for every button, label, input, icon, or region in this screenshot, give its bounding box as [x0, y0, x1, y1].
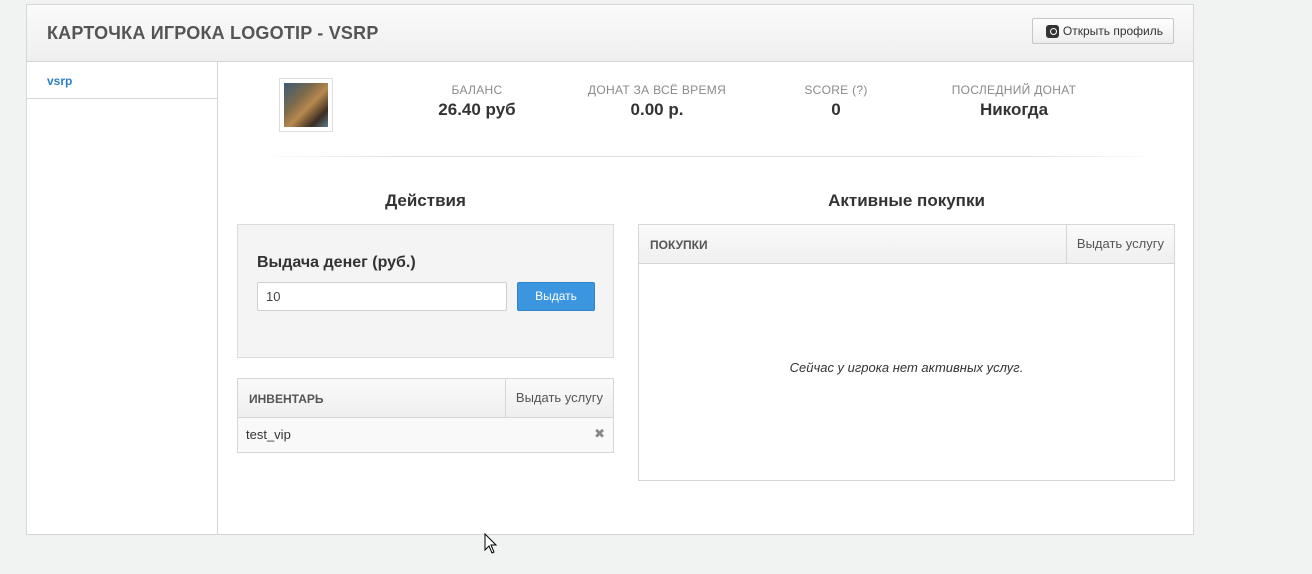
- actions-title: Действия: [385, 191, 466, 210]
- inventory-row: test_vip ✖: [238, 418, 613, 452]
- empty-state-text: Сейчас у игрока нет активных услуг.: [789, 360, 1024, 375]
- panel-header: КАРТОЧКА ИГРОКА LOGOTIP - VSRP Открыть п…: [27, 5, 1193, 62]
- mouse-cursor-icon: [484, 533, 498, 554]
- open-profile-label: Открыть профиль: [1062, 24, 1163, 38]
- avatar: [279, 78, 333, 132]
- stat-balance: БАЛАНС 26.40 руб: [412, 83, 542, 120]
- stat-donate-total-label: ДОНАТ ЗА ВСЁ ВРЕМЯ: [587, 83, 727, 97]
- stat-last-donate-label: ПОСЛЕДНИЙ ДОНАТ: [951, 83, 1077, 97]
- open-profile-button[interactable]: Открыть профиль: [1031, 18, 1174, 44]
- inventory-give-service-button[interactable]: Выдать услугу: [504, 379, 613, 417]
- player-card-panel: КАРТОЧКА ИГРОКА LOGOTIP - VSRP Открыть п…: [26, 4, 1194, 535]
- stat-score-label[interactable]: SCORE (?): [791, 83, 881, 97]
- stat-last-donate: ПОСЛЕДНИЙ ДОНАТ Никогда: [939, 83, 1089, 120]
- stat-balance-value: 26.40 руб: [438, 100, 516, 119]
- inventory-item-name: test_vip: [246, 427, 291, 442]
- sidebar-item-vsrp[interactable]: vsrp: [27, 61, 217, 99]
- purchases-table: ПОКУПКИ Выдать услугу Сейчас у игрока не…: [638, 224, 1175, 481]
- divider: [257, 156, 1162, 157]
- stat-last-donate-value: Никогда: [979, 100, 1049, 119]
- close-icon[interactable]: ✖: [594, 426, 605, 442]
- money-issue-title: Выдача денег (руб.): [257, 254, 416, 271]
- purchases-header-title: ПОКУПКИ: [650, 238, 708, 252]
- inventory-table: ИНВЕНТАРЬ Выдать услугу test_vip ✖: [237, 378, 614, 453]
- inventory-header: ИНВЕНТАРЬ Выдать услугу: [238, 379, 613, 418]
- give-money-button[interactable]: Выдать: [517, 282, 595, 311]
- inventory-header-title: ИНВЕНТАРЬ: [249, 392, 324, 406]
- stat-donate-total: ДОНАТ ЗА ВСЁ ВРЕМЯ 0.00 р.: [577, 83, 737, 120]
- active-purchases-title: Активные покупки: [828, 191, 985, 210]
- stat-donate-total-value: 0.00 р.: [630, 100, 684, 119]
- money-issue-form: Выдача денег (руб.) 10 Выдать: [237, 224, 614, 358]
- sidebar: vsrp: [27, 61, 218, 534]
- purchases-give-service-button[interactable]: Выдать услугу: [1065, 225, 1174, 263]
- avatar-image: [284, 83, 328, 127]
- stat-score: SCORE (?) 0: [791, 83, 881, 120]
- sidebar-item-label: vsrp: [47, 74, 73, 88]
- money-amount-input[interactable]: 10: [257, 282, 507, 311]
- page-title: КАРТОЧКА ИГРОКА LOGOTIP - VSRP: [47, 23, 379, 43]
- stat-balance-label: БАЛАНС: [451, 83, 503, 97]
- steam-icon: [1045, 24, 1059, 38]
- stat-score-value: 0: [831, 100, 841, 119]
- purchases-header: ПОКУПКИ Выдать услугу: [639, 225, 1174, 264]
